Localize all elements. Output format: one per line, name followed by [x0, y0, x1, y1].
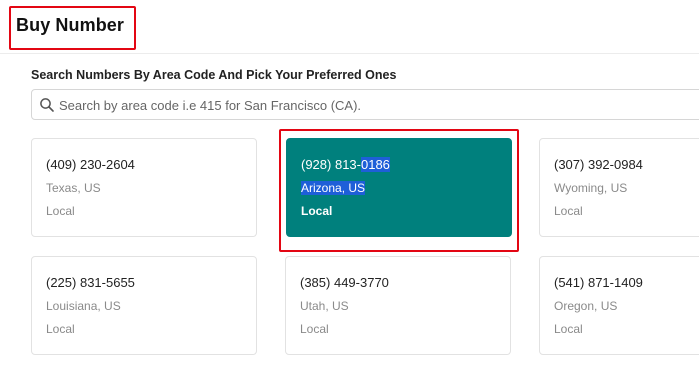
search-label: Search Numbers By Area Code And Pick You…: [31, 68, 397, 82]
number-card-utah[interactable]: (385) 449-3770 Utah, US Local: [285, 256, 511, 355]
phone-number: (928) 813-0186: [301, 156, 511, 176]
number-card-oregon[interactable]: (541) 871-1409 Oregon, US Local: [539, 256, 699, 355]
phone-number: (307) 392-0984: [554, 157, 643, 172]
search-icon: [40, 98, 54, 112]
number-card-wyoming[interactable]: (307) 392-0984 Wyoming, US Local: [539, 138, 699, 237]
phone-number: (225) 831-5655: [46, 275, 135, 290]
location-selected-text: Arizona, US: [301, 181, 366, 195]
number-location: Oregon, US: [554, 299, 618, 313]
number-type: Local: [46, 204, 75, 218]
phone-number: (409) 230-2604: [46, 157, 135, 172]
phone-number-prefix: (928) 813-: [301, 157, 361, 172]
number-type: Local: [300, 322, 329, 336]
search-box[interactable]: [31, 89, 699, 120]
search-input[interactable]: [59, 94, 689, 116]
number-location: Utah, US: [300, 299, 349, 313]
phone-number: (385) 449-3770: [300, 275, 389, 290]
number-type: Local: [554, 322, 583, 336]
phone-number: (541) 871-1409: [554, 275, 643, 290]
number-location: Texas, US: [46, 181, 101, 195]
number-location: Louisiana, US: [46, 299, 121, 313]
number-type: Local: [554, 204, 583, 218]
number-location: Arizona, US: [301, 180, 511, 200]
number-card-arizona-selected[interactable]: (928) 813-0186 Arizona, US Local: [286, 138, 512, 237]
number-card-louisiana[interactable]: (225) 831-5655 Louisiana, US Local: [31, 256, 257, 355]
number-type: Local: [46, 322, 75, 336]
header-bar: Buy Number: [0, 0, 699, 54]
number-card-texas[interactable]: (409) 230-2604 Texas, US Local: [31, 138, 257, 237]
phone-number-selected-text: 0186: [360, 157, 390, 172]
number-location: Wyoming, US: [554, 181, 628, 195]
buy-number-page: Buy Number Search Numbers By Area Code A…: [0, 0, 699, 369]
number-type: Local: [301, 204, 333, 218]
page-title: Buy Number: [16, 15, 125, 35]
